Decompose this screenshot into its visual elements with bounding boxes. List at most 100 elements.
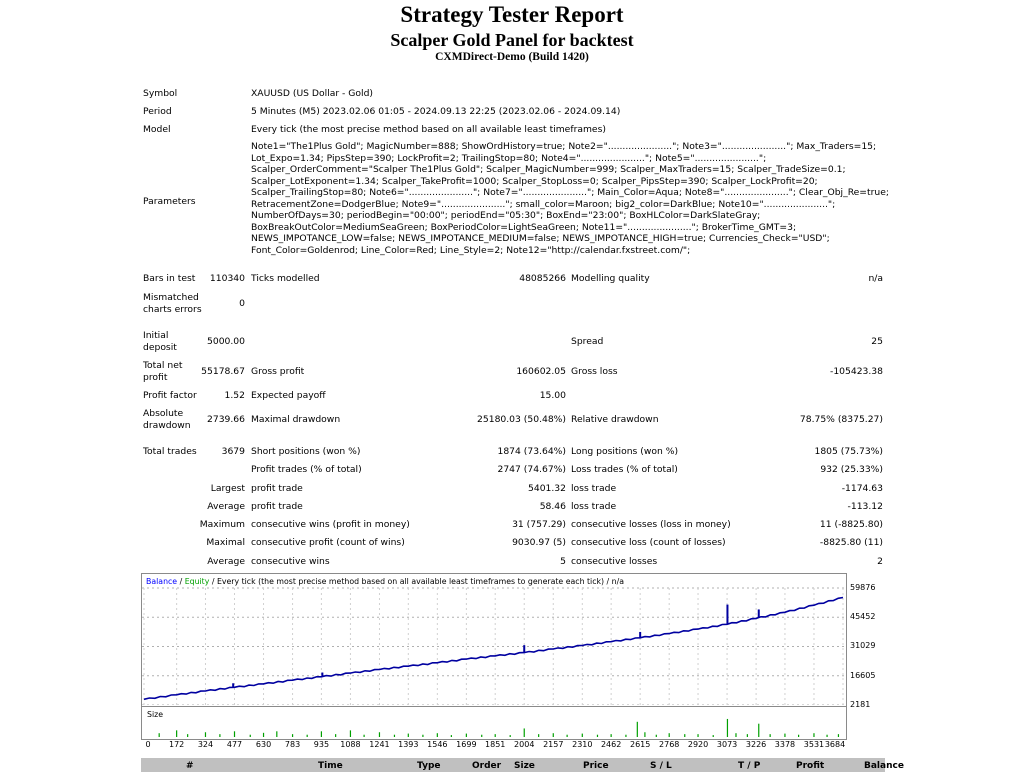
mismatched-value: 0	[239, 298, 245, 309]
x-tick-label: 1241	[369, 740, 390, 749]
x-tick-label: 2462	[600, 740, 622, 749]
table-header-cell: #	[186, 761, 194, 771]
size-label: Size	[147, 710, 164, 719]
x-tick-label: 1851	[485, 740, 506, 749]
table-header-cell: Profit	[796, 761, 825, 771]
short-value: 1874 (73.64%)	[497, 446, 566, 457]
max-dd-label: Maximal drawdown	[251, 414, 341, 425]
largest-label: Largest	[210, 483, 245, 494]
avg-cl-label: consecutive losses	[571, 556, 658, 567]
legend-description: / Every tick (the most precise method ba…	[209, 577, 624, 586]
parameters-label: Parameters	[143, 196, 196, 207]
expected-payoff-value: 15.00	[539, 390, 566, 401]
rel-dd-value: 78.75% (8375.27)	[799, 414, 883, 425]
period-label: Period	[143, 106, 172, 117]
largest-pt-value: 5401.32	[528, 483, 566, 494]
long-label: Long positions (won %)	[571, 446, 679, 457]
x-tick-label: 324	[197, 740, 214, 749]
x-tick-label: 3684	[824, 740, 846, 749]
gross-loss-value: -105423.38	[830, 366, 883, 377]
profit-trades-label: Profit trades (% of total)	[251, 464, 362, 475]
deposit-value: 5000.00	[207, 336, 245, 347]
average-pt-label: profit trade	[251, 501, 303, 512]
x-tick-label: 3226	[745, 740, 767, 749]
maximal-cp-label: consecutive profit (count of wins)	[251, 537, 405, 548]
largest-pt-label: profit trade	[251, 483, 303, 494]
x-tick-label: 783	[284, 740, 301, 749]
bars-value: 110340	[209, 273, 245, 284]
y-tick-label: 31029	[850, 641, 876, 651]
largest-lt-value: -1174.63	[841, 483, 883, 494]
period-value: 5 Minutes (M5) 2023.02.06 01:05 - 2024.0…	[251, 106, 621, 117]
deposit-label-1: Initial	[143, 330, 169, 341]
x-tick-label: 630	[255, 740, 272, 749]
bars-label: Bars in test	[143, 273, 196, 284]
table-header-cell: Time	[318, 761, 343, 771]
parameters-value: Note1="The1Plus Gold"; MagicNumber=888; …	[251, 141, 889, 256]
server-build: CXMDirect-Demo (Build 1420)	[435, 51, 589, 63]
x-tick-label: 172	[168, 740, 185, 749]
long-value: 1805 (75.73%)	[814, 446, 883, 457]
table-header-cell: Type	[417, 761, 441, 771]
model-value: Every tick (the most precise method base…	[251, 124, 606, 135]
symbol-label: Symbol	[143, 88, 178, 99]
gross-profit-value: 160602.05	[516, 366, 566, 377]
x-tick-label: 1699	[456, 740, 477, 749]
max-cl-value: 11 (-8825.80)	[819, 519, 883, 530]
total-trades-label: Total trades	[143, 446, 197, 457]
report-title: Strategy Tester Report	[400, 2, 624, 27]
y-tick-label: 59876	[850, 583, 876, 592]
avg-cw-label: consecutive wins	[251, 556, 330, 567]
table-header-cell: Balance	[864, 761, 904, 771]
average-consec-label: Average	[207, 556, 245, 567]
y-tick-label: 16605	[850, 670, 876, 680]
max-dd-value: 25180.03 (50.48%)	[477, 414, 566, 425]
table-header-cell: Size	[514, 761, 535, 771]
legend-balance: Balance	[146, 577, 178, 586]
x-tick-label: 3073	[716, 740, 738, 749]
y-tick-label: 2181	[850, 700, 871, 709]
loss-trades-value: 932 (25.33%)	[820, 464, 883, 475]
maximum-label: Maximum	[199, 519, 245, 530]
x-tick-label: 2004	[514, 740, 535, 749]
average-pt-value: 58.46	[539, 501, 566, 512]
table-header-cell: T / P	[738, 761, 761, 771]
balance-chart	[142, 587, 845, 705]
x-tick-label: 2920	[687, 740, 709, 749]
gross-loss-label: Gross loss	[571, 366, 618, 377]
ticks-label: Ticks modelled	[251, 273, 320, 284]
size-chart	[158, 718, 840, 737]
table-header-cell: Order	[472, 761, 502, 771]
ticks-value: 48085266	[519, 273, 566, 284]
maximal-cp-value: 9030.97 (5)	[512, 537, 566, 548]
abs-dd-label-1: Absolute	[143, 408, 184, 419]
table-header-cell: S / L	[650, 761, 672, 771]
net-label-1: Total net	[143, 360, 183, 371]
x-tick-label: 1393	[398, 740, 419, 749]
profit-trades-value: 2747 (74.67%)	[497, 464, 566, 475]
x-tick-label: 1546	[427, 740, 448, 749]
average-label: Average	[207, 501, 245, 512]
rel-dd-label: Relative drawdown	[571, 414, 659, 425]
avg-cw-value: 5	[560, 556, 566, 567]
loss-trades-label: Loss trades (% of total)	[571, 464, 678, 475]
net-value: 55178.67	[201, 366, 245, 377]
x-tick-label: 1088	[340, 740, 361, 749]
abs-dd-label-2: drawdown	[143, 420, 191, 431]
legend-sep: /	[177, 577, 185, 586]
quality-label: Modelling quality	[571, 273, 650, 284]
max-cl-label: consecutive losses (loss in money)	[571, 519, 731, 530]
x-tick-label: 3531	[803, 740, 825, 749]
max-cw-value: 31 (757.29)	[512, 519, 566, 530]
deposit-label-2: deposit	[143, 342, 177, 353]
expected-payoff-label: Expected payoff	[251, 390, 326, 401]
trades-table-header	[141, 758, 885, 772]
x-tick-label: 477	[226, 740, 243, 749]
y-tick-label: 45452	[850, 612, 876, 622]
x-tick-label: 935	[313, 740, 330, 749]
spread-value: 25	[871, 336, 883, 347]
max-cw-label: consecutive wins (profit in money)	[251, 519, 410, 530]
legend-equity: Equity	[184, 577, 210, 586]
spread-label: Spread	[571, 336, 604, 347]
x-tick-label: 2768	[659, 740, 680, 749]
